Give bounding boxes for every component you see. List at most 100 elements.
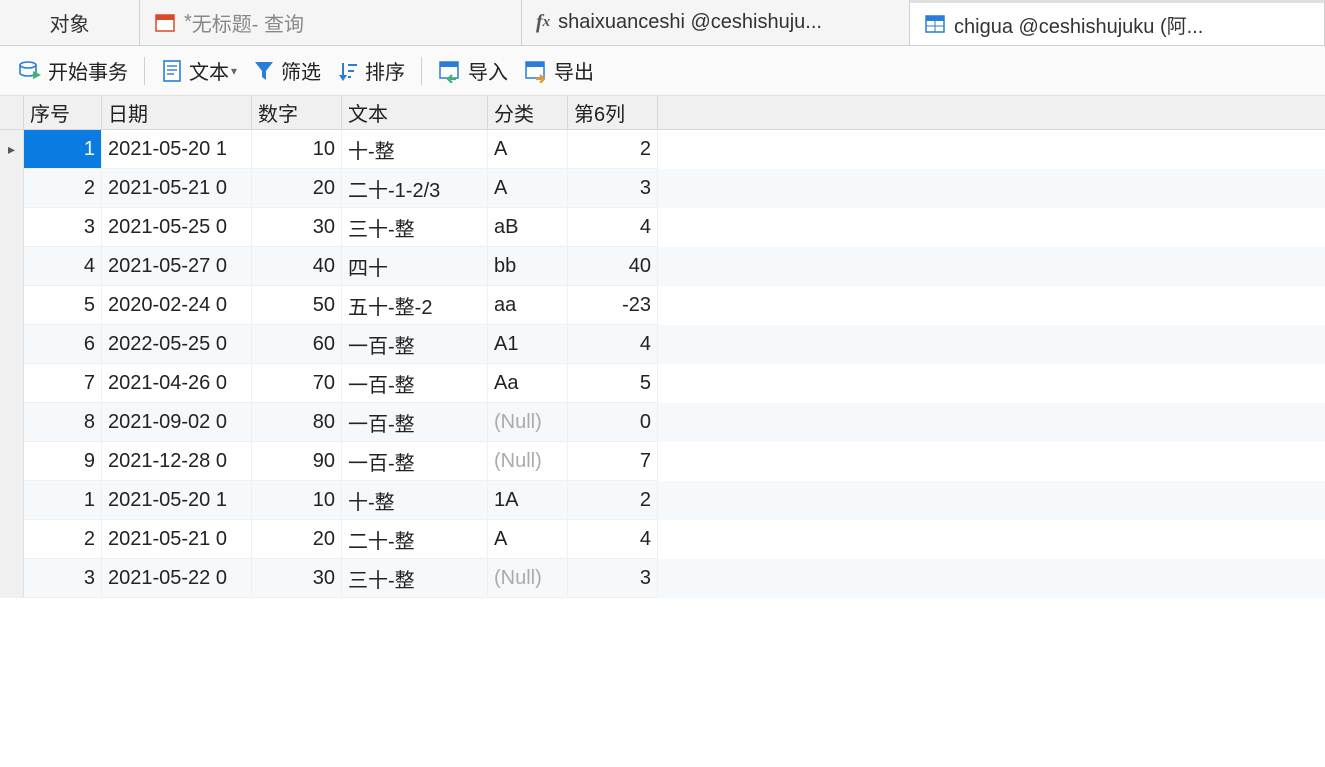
table-row[interactable]: 22021-05-21 020二十-1-2/3A3 xyxy=(0,169,1325,208)
cell-cat[interactable]: aB xyxy=(488,208,568,247)
cell-cat[interactable]: A xyxy=(488,130,568,169)
cell-num[interactable]: 30 xyxy=(252,559,342,598)
table-row[interactable]: 22021-05-21 020二十-整A4 xyxy=(0,520,1325,559)
import-button[interactable]: 导入 xyxy=(430,52,516,89)
cell-c6[interactable]: 4 xyxy=(568,520,658,559)
cell-date[interactable]: 2022-05-25 0 xyxy=(102,325,252,364)
text-button[interactable]: 文本 ▾ xyxy=(153,52,245,89)
cell-cat[interactable]: aa xyxy=(488,286,568,325)
row-handle[interactable] xyxy=(0,559,24,598)
cell-num[interactable]: 20 xyxy=(252,520,342,559)
cell-date[interactable]: 2021-05-27 0 xyxy=(102,247,252,286)
cell-text[interactable]: 一百-整 xyxy=(342,403,488,442)
tab-query[interactable]: * 无标题 - 查询 xyxy=(140,0,522,45)
cell-num[interactable]: 20 xyxy=(252,169,342,208)
row-handle[interactable] xyxy=(0,364,24,403)
cell-seq[interactable]: 7 xyxy=(24,364,102,403)
cell-seq[interactable]: 5 xyxy=(24,286,102,325)
cell-seq[interactable]: 1 xyxy=(24,481,102,520)
cell-date[interactable]: 2021-09-02 0 xyxy=(102,403,252,442)
filter-button[interactable]: 筛选 xyxy=(245,52,329,89)
cell-num[interactable]: 40 xyxy=(252,247,342,286)
begin-transaction-button[interactable]: 开始事务 xyxy=(10,52,136,89)
cell-cat[interactable]: (Null) xyxy=(488,442,568,481)
cell-cat[interactable]: A xyxy=(488,169,568,208)
cell-num[interactable]: 10 xyxy=(252,130,342,169)
cell-seq[interactable]: 6 xyxy=(24,325,102,364)
cell-date[interactable]: 2021-05-20 1 xyxy=(102,130,252,169)
column-header-c6[interactable]: 第6列 xyxy=(568,96,658,129)
cell-seq[interactable]: 1 xyxy=(24,130,102,169)
table-row[interactable]: 32021-05-22 030三十-整(Null)3 xyxy=(0,559,1325,598)
tab-table-chigua[interactable]: chigua @ceshishujuku (阿... xyxy=(910,0,1325,45)
table-row[interactable]: 92021-12-28 090一百-整(Null)7 xyxy=(0,442,1325,481)
cell-date[interactable]: 2021-05-20 1 xyxy=(102,481,252,520)
row-handle[interactable] xyxy=(0,442,24,481)
cell-text[interactable]: 十-整 xyxy=(342,130,488,169)
cell-date[interactable]: 2020-02-24 0 xyxy=(102,286,252,325)
export-button[interactable]: 导出 xyxy=(516,52,602,89)
cell-date[interactable]: 2021-05-22 0 xyxy=(102,559,252,598)
cell-seq[interactable]: 3 xyxy=(24,559,102,598)
table-row[interactable]: 82021-09-02 080一百-整(Null)0 xyxy=(0,403,1325,442)
tab-function[interactable]: fx shaixuanceshi @ceshishuju... xyxy=(522,0,910,45)
cell-text[interactable]: 二十-1-2/3 xyxy=(342,169,488,208)
cell-c6[interactable]: 2 xyxy=(568,130,658,169)
cell-c6[interactable]: 4 xyxy=(568,208,658,247)
cell-text[interactable]: 三十-整 xyxy=(342,559,488,598)
column-header-cat[interactable]: 分类 xyxy=(488,96,568,129)
cell-cat[interactable]: (Null) xyxy=(488,559,568,598)
table-row[interactable]: 42021-05-27 040四十bb40 xyxy=(0,247,1325,286)
column-header-text[interactable]: 文本 xyxy=(342,96,488,129)
cell-cat[interactable]: 1A xyxy=(488,481,568,520)
table-row[interactable]: 32021-05-25 030三十-整aB4 xyxy=(0,208,1325,247)
cell-text[interactable]: 十-整 xyxy=(342,481,488,520)
cell-c6[interactable]: 5 xyxy=(568,364,658,403)
cell-cat[interactable]: Aa xyxy=(488,364,568,403)
cell-seq[interactable]: 8 xyxy=(24,403,102,442)
row-handle[interactable]: ▸ xyxy=(0,130,24,169)
row-handle[interactable] xyxy=(0,286,24,325)
cell-text[interactable]: 四十 xyxy=(342,247,488,286)
cell-seq[interactable]: 3 xyxy=(24,208,102,247)
row-handle[interactable] xyxy=(0,403,24,442)
cell-date[interactable]: 2021-04-26 0 xyxy=(102,364,252,403)
cell-c6[interactable]: 2 xyxy=(568,481,658,520)
table-row[interactable]: 12021-05-20 110十-整1A2 xyxy=(0,481,1325,520)
table-row[interactable]: ▸12021-05-20 110十-整A2 xyxy=(0,130,1325,169)
row-handle[interactable] xyxy=(0,169,24,208)
column-header-num[interactable]: 数字 xyxy=(252,96,342,129)
tab-objects[interactable]: 对象 xyxy=(0,0,140,45)
cell-num[interactable]: 80 xyxy=(252,403,342,442)
cell-text[interactable]: 二十-整 xyxy=(342,520,488,559)
row-handle[interactable] xyxy=(0,325,24,364)
sort-button[interactable]: 排序 xyxy=(329,52,413,89)
row-handle[interactable] xyxy=(0,481,24,520)
cell-cat[interactable]: (Null) xyxy=(488,403,568,442)
column-header-date[interactable]: 日期 xyxy=(102,96,252,129)
row-handle[interactable] xyxy=(0,520,24,559)
column-header-seq[interactable]: 序号 xyxy=(24,96,102,129)
cell-cat[interactable]: A1 xyxy=(488,325,568,364)
row-handle[interactable] xyxy=(0,247,24,286)
cell-c6[interactable]: 3 xyxy=(568,559,658,598)
cell-text[interactable]: 三十-整 xyxy=(342,208,488,247)
row-handle-header[interactable] xyxy=(0,96,24,129)
cell-text[interactable]: 一百-整 xyxy=(342,442,488,481)
table-row[interactable]: 72021-04-26 070一百-整Aa5 xyxy=(0,364,1325,403)
cell-num[interactable]: 90 xyxy=(252,442,342,481)
cell-date[interactable]: 2021-05-21 0 xyxy=(102,520,252,559)
cell-text[interactable]: 一百-整 xyxy=(342,325,488,364)
table-row[interactable]: 62022-05-25 060一百-整A14 xyxy=(0,325,1325,364)
cell-date[interactable]: 2021-05-25 0 xyxy=(102,208,252,247)
cell-c6[interactable]: 40 xyxy=(568,247,658,286)
cell-date[interactable]: 2021-12-28 0 xyxy=(102,442,252,481)
cell-c6[interactable]: 0 xyxy=(568,403,658,442)
cell-cat[interactable]: A xyxy=(488,520,568,559)
table-row[interactable]: 52020-02-24 050五十-整-2aa-23 xyxy=(0,286,1325,325)
cell-num[interactable]: 50 xyxy=(252,286,342,325)
cell-c6[interactable]: 7 xyxy=(568,442,658,481)
cell-text[interactable]: 五十-整-2 xyxy=(342,286,488,325)
cell-seq[interactable]: 2 xyxy=(24,520,102,559)
row-handle[interactable] xyxy=(0,208,24,247)
